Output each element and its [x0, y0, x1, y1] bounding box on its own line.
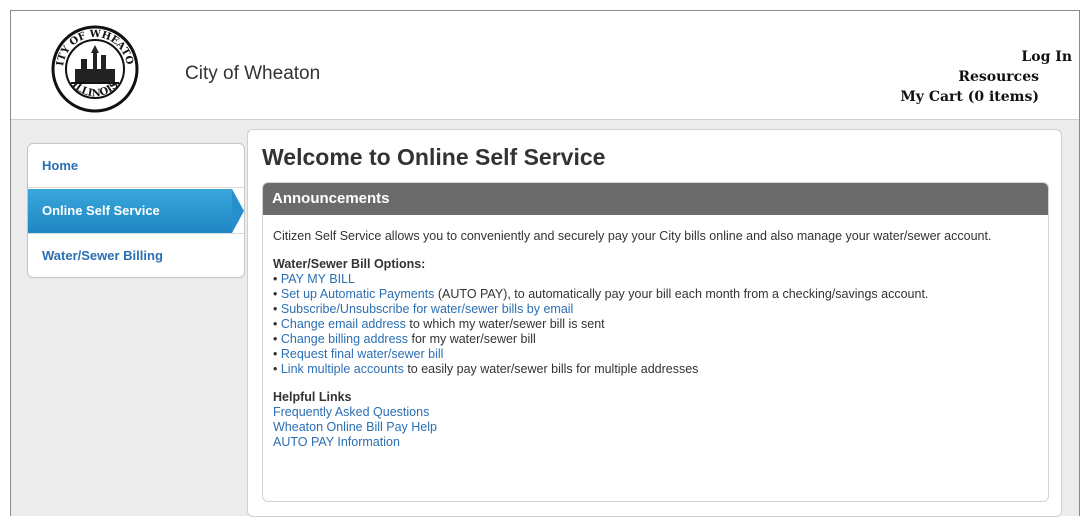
option-item: • Change billing address for my water/se… — [273, 332, 536, 346]
my-cart-link[interactable]: My Cart (0 items) — [900, 87, 1039, 107]
option-item: • Request final water/sewer bill — [273, 347, 444, 361]
site-name: City of Wheaton — [185, 63, 321, 84]
login-link[interactable]: Log In — [900, 47, 1072, 67]
page-frame: CITY OF WHEATON ILLINOIS City of Wheaton… — [10, 10, 1080, 517]
sidebar-nav: Home Online Self Service Water/Sewer Bil… — [27, 143, 245, 278]
auto-pay-info-link[interactable]: AUTO PAY Information — [273, 435, 1038, 450]
option-text: (AUTO PAY), to automatically pay your bi… — [434, 287, 929, 301]
option-item: • PAY MY BILL — [273, 272, 355, 286]
site-header: CITY OF WHEATON ILLINOIS City of Wheaton… — [11, 11, 1079, 120]
bill-pay-help-link[interactable]: Wheaton Online Bill Pay Help — [273, 420, 1038, 435]
option-item: • Change email address to which my water… — [273, 317, 605, 331]
intro-text: Citizen Self Service allows you to conve… — [273, 229, 992, 243]
active-nav-arrow — [232, 189, 244, 233]
subscribe-email-link[interactable]: Subscribe/Unsubscribe for water/sewer bi… — [281, 302, 573, 316]
faq-link[interactable]: Frequently Asked Questions — [273, 405, 1038, 420]
change-billing-address-link[interactable]: Change billing address — [281, 332, 408, 346]
resources-link[interactable]: Resources — [900, 67, 1039, 87]
panel-body: Citizen Self Service allows you to conve… — [273, 229, 1038, 450]
request-final-bill-link[interactable]: Request final water/sewer bill — [281, 347, 444, 361]
option-text: to easily pay water/sewer bills for mult… — [403, 362, 699, 376]
option-item: • Set up Automatic Payments (AUTO PAY), … — [273, 287, 929, 301]
pay-my-bill-link[interactable]: PAY MY BILL — [281, 272, 355, 286]
change-email-link[interactable]: Change email address — [281, 317, 406, 331]
helpful-links-title: Helpful Links — [273, 390, 352, 404]
sidebar-item-home[interactable]: Home — [28, 144, 244, 188]
option-text: to which my water/sewer bill is sent — [405, 317, 605, 331]
option-item: • Subscribe/Unsubscribe for water/sewer … — [273, 302, 574, 316]
top-links: Log In Resources My Cart (0 items) — [900, 47, 1072, 107]
city-seal-logo: CITY OF WHEATON ILLINOIS — [46, 17, 139, 113]
sidebar-item-online-self-service[interactable]: Online Self Service — [28, 189, 232, 233]
option-item: • Link multiple accounts to easily pay w… — [273, 362, 699, 376]
auto-payments-link[interactable]: Set up Automatic Payments — [281, 287, 435, 301]
panel-heading: Announcements — [263, 183, 1048, 215]
option-text: for my water/sewer bill — [408, 332, 536, 346]
options-title: Water/Sewer Bill Options: — [273, 257, 426, 271]
page-title: Welcome to Online Self Service — [262, 144, 606, 170]
sidebar-item-water-sewer-billing[interactable]: Water/Sewer Billing — [28, 233, 244, 277]
main-content: Welcome to Online Self Service Announcem… — [247, 129, 1062, 517]
announcements-panel: Announcements Citizen Self Service allow… — [262, 182, 1049, 502]
link-multiple-accounts-link[interactable]: Link multiple accounts — [281, 362, 404, 376]
